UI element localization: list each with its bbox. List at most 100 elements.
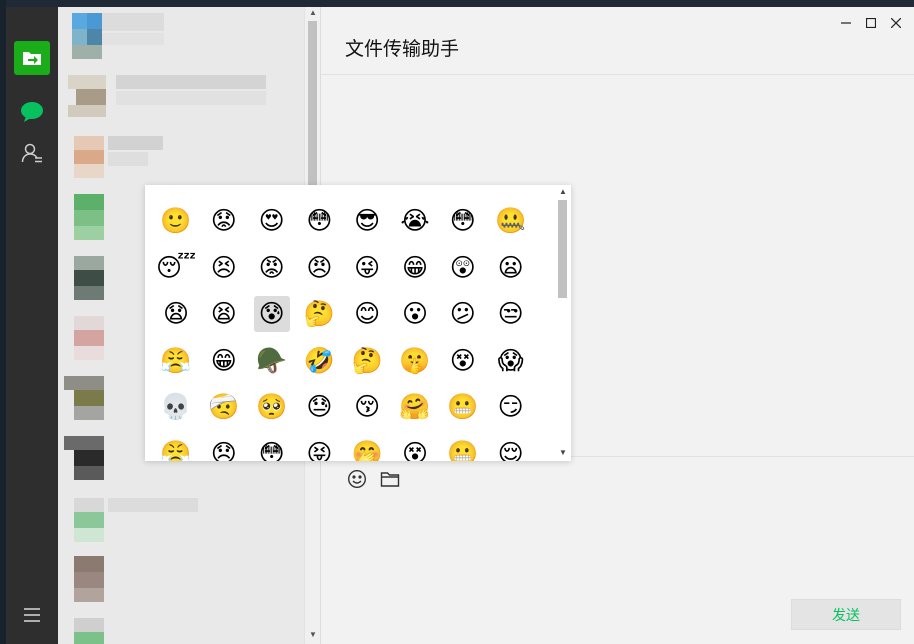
emoji-cell[interactable]: 💀 — [158, 389, 194, 425]
emoji-cell[interactable]: 😤 — [158, 343, 194, 379]
emoji-icon: 😧 — [162, 299, 190, 328]
emoji-icon: 😬 — [447, 438, 479, 461]
contacts-icon — [21, 142, 43, 169]
emoji-scrollbar[interactable]: ▲ ▼ — [555, 185, 571, 461]
emoji-cell[interactable]: 😚 — [349, 389, 385, 425]
scroll-down-arrow-icon[interactable]: ▼ — [305, 629, 320, 641]
emoji-icon: 🤭 — [351, 438, 383, 461]
chat-list-item[interactable] — [58, 494, 304, 554]
emoji-cell[interactable]: 😁 — [397, 250, 433, 286]
emoji-cell[interactable]: 😳 — [254, 436, 290, 461]
emoji-cell[interactable]: 😒 — [493, 296, 529, 332]
emoji-button[interactable] — [346, 468, 368, 490]
maximize-button[interactable] — [861, 15, 881, 31]
nav-contacts[interactable] — [6, 133, 58, 177]
emoji-cell[interactable]: 🤐 — [493, 203, 529, 239]
emoji-cell[interactable]: 😳 — [301, 203, 337, 239]
scroll-up-arrow-icon[interactable]: ▲ — [555, 186, 571, 198]
scrollbar-thumb[interactable] — [558, 200, 567, 298]
emoji-icon: 😌 — [497, 438, 524, 461]
chat-list-item[interactable] — [58, 554, 304, 614]
send-button[interactable]: 发送 — [791, 599, 901, 630]
emoji-icon: 😤 — [160, 345, 192, 375]
emoji-cell[interactable]: 🤔 — [349, 343, 385, 379]
emoji-cell[interactable]: 😲 — [445, 250, 481, 286]
emoji-cell[interactable]: 😳 — [445, 203, 481, 239]
emoji-icon: 🤔 — [351, 345, 383, 375]
emoji-icon: 😚 — [354, 392, 381, 421]
emoji-cell[interactable]: 😤 — [158, 436, 194, 461]
emoji-cell[interactable]: 😠 — [301, 250, 337, 286]
chat-list-item[interactable] — [58, 132, 304, 192]
emoji-cell[interactable]: 😍 — [254, 203, 290, 239]
emoji-cell[interactable]: 😣 — [206, 250, 242, 286]
minimize-button[interactable] — [836, 15, 856, 31]
emoji-cell[interactable]: 🤫 — [397, 343, 433, 379]
emoji-cell[interactable]: 😞 — [206, 436, 242, 461]
emoji-cell[interactable]: 😓 — [301, 389, 337, 425]
emoji-cell[interactable]: 😵 — [445, 343, 481, 379]
emoji-icon: 🤔 — [303, 299, 335, 328]
emoji-icon: 🥺 — [256, 392, 288, 421]
menu-button[interactable] — [6, 595, 58, 639]
chat-list-item[interactable] — [58, 69, 304, 129]
emoji-cell[interactable]: 😬 — [445, 436, 481, 461]
emoji-cell[interactable]: 😭 — [397, 203, 433, 239]
emoji-cell[interactable]: 😟 — [206, 203, 242, 239]
emoji-cell[interactable]: 🙂 — [158, 203, 194, 239]
emoji-icon: 😵 — [449, 345, 476, 375]
emoji-cell[interactable]: 🪖 — [254, 343, 290, 379]
emoji-cell[interactable]: 😮 — [397, 296, 433, 332]
emoji-cell[interactable]: 😫 — [206, 296, 242, 332]
emoji-icon: 😞 — [210, 438, 237, 461]
emoji-cell[interactable]: 😵 — [397, 436, 433, 461]
emoji-cell[interactable]: 🤣 — [301, 343, 337, 379]
emoji-cell[interactable]: 😬 — [445, 389, 481, 425]
emoji-icon: 😠 — [306, 252, 333, 282]
emoji-icon: 😓 — [306, 392, 333, 421]
emoji-cell[interactable]: 😁 — [206, 343, 242, 379]
emoji-icon: 😰 — [258, 299, 285, 328]
emoji-icon: 😍 — [258, 206, 285, 235]
emoji-cell[interactable]: 😌 — [493, 436, 529, 461]
emoji-cell[interactable]: 😝 — [301, 436, 337, 461]
emoji-icon: 😁 — [210, 345, 237, 375]
scroll-down-arrow-icon[interactable]: ▼ — [555, 447, 571, 459]
close-button[interactable] — [886, 15, 906, 31]
emoji-icon: 😲 — [449, 252, 476, 282]
emoji-icon: 😤 — [160, 438, 192, 461]
emoji-cell[interactable]: 🤭 — [349, 436, 385, 461]
emoji-icon: 😳 — [449, 206, 476, 235]
emoji-icon: 🤐 — [495, 206, 527, 235]
emoji-cell[interactable]: 😧 — [158, 296, 194, 332]
emoji-cell[interactable]: 😱 — [493, 343, 529, 379]
nav-file-transfer[interactable] — [6, 38, 58, 82]
emoji-cell[interactable]: 😊 — [349, 296, 385, 332]
emoji-cell[interactable]: 🥺 — [254, 389, 290, 425]
emoji-icon: 😁 — [401, 252, 429, 282]
emoji-icon: 🤫 — [399, 345, 431, 375]
emoji-icon: 😎 — [354, 206, 381, 235]
emoji-icon: 😊 — [354, 299, 381, 328]
emoji-cell[interactable]: 😰 — [253, 296, 290, 332]
emoji-cell[interactable]: 😜 — [349, 250, 385, 286]
emoji-cell[interactable]: 🤔 — [301, 296, 337, 332]
emoji-cell[interactable]: 🤕 — [206, 389, 242, 425]
desktop-background — [0, 0, 914, 7]
emoji-cell[interactable]: 😏 — [493, 389, 529, 425]
chat-list-item[interactable] — [58, 614, 304, 644]
send-file-button[interactable] — [379, 468, 401, 490]
left-nav-bar — [6, 7, 58, 644]
scroll-up-arrow-icon[interactable]: ▲ — [305, 7, 320, 19]
close-icon — [891, 18, 901, 28]
folder-arrow-icon — [14, 40, 50, 80]
emoji-cell[interactable]: 🤗 — [397, 389, 433, 425]
folder-icon — [380, 472, 400, 487]
nav-chats[interactable] — [6, 92, 58, 136]
emoji-cell[interactable]: 😕 — [445, 296, 481, 332]
emoji-cell[interactable]: 😡 — [254, 250, 290, 286]
emoji-cell[interactable]: 😴 — [156, 250, 196, 286]
emoji-cell[interactable]: 😎 — [349, 203, 385, 239]
emoji-cell[interactable]: 😦 — [493, 250, 529, 286]
chat-list-item[interactable] — [58, 7, 304, 67]
